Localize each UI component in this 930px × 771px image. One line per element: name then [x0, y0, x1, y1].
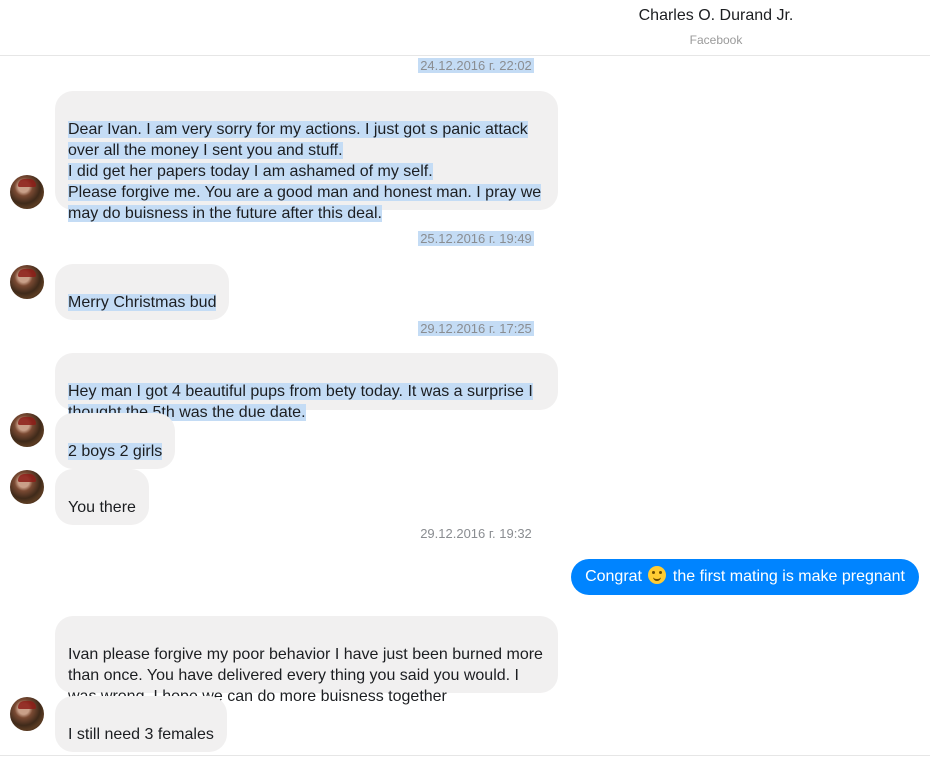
timestamp: 29.12.2016 г. 17:25	[0, 320, 930, 338]
received-message[interactable]: Hey man I got 4 beautiful pups from bety…	[55, 353, 558, 421]
contact-avatar-icon[interactable]	[10, 265, 44, 299]
received-message[interactable]: You there	[55, 469, 149, 525]
received-message[interactable]: Merry Christmas bud	[55, 264, 230, 320]
timestamp-text: 25.12.2016 г. 19:49	[418, 231, 534, 246]
divider	[0, 755, 930, 756]
timestamp-text: 29.12.2016 г. 19:32	[420, 526, 532, 541]
message-text: Dear Ivan. I am very sorry for my action…	[68, 121, 542, 222]
message-text: Merry Christmas bud	[68, 294, 217, 311]
contact-avatar-icon[interactable]	[10, 470, 44, 504]
message-text: You there	[68, 499, 136, 516]
contact-avatar-icon[interactable]	[10, 413, 44, 447]
received-message[interactable]: Dear Ivan. I am very sorry for my action…	[55, 91, 558, 222]
conversation-header: Charles O. Durand Jr. Facebook	[0, 0, 930, 56]
contact-subtitle: Facebook	[689, 33, 743, 47]
message-text: 2 boys 2 girls	[68, 443, 163, 460]
timestamp-text: 24.12.2016 г. 22:02	[418, 58, 534, 73]
sent-message[interactable]: Congrat the first mating is make pregnan…	[571, 559, 919, 595]
timestamp-text: 29.12.2016 г. 17:25	[418, 321, 534, 336]
contact-avatar-icon[interactable]	[10, 175, 44, 209]
message-text: I still need 3 females	[68, 726, 214, 743]
received-message[interactable]: 2 boys 2 girls	[55, 413, 176, 469]
smiley-emoji-icon	[648, 566, 667, 584]
contact-avatar-icon[interactable]	[10, 697, 44, 731]
contact-name[interactable]: Charles O. Durand Jr.	[580, 7, 852, 25]
message-text: Congrat	[585, 568, 642, 585]
timestamp: 29.12.2016 г. 19:32	[0, 525, 930, 543]
message-text: the first mating is make pregnant	[672, 568, 905, 585]
received-message[interactable]: Ivan please forgive my poor behavior I h…	[55, 616, 558, 705]
timestamp: 24.12.2016 г. 22:02	[0, 57, 930, 75]
received-message[interactable]: I still need 3 females	[55, 696, 227, 752]
timestamp: 25.12.2016 г. 19:49	[0, 230, 930, 248]
